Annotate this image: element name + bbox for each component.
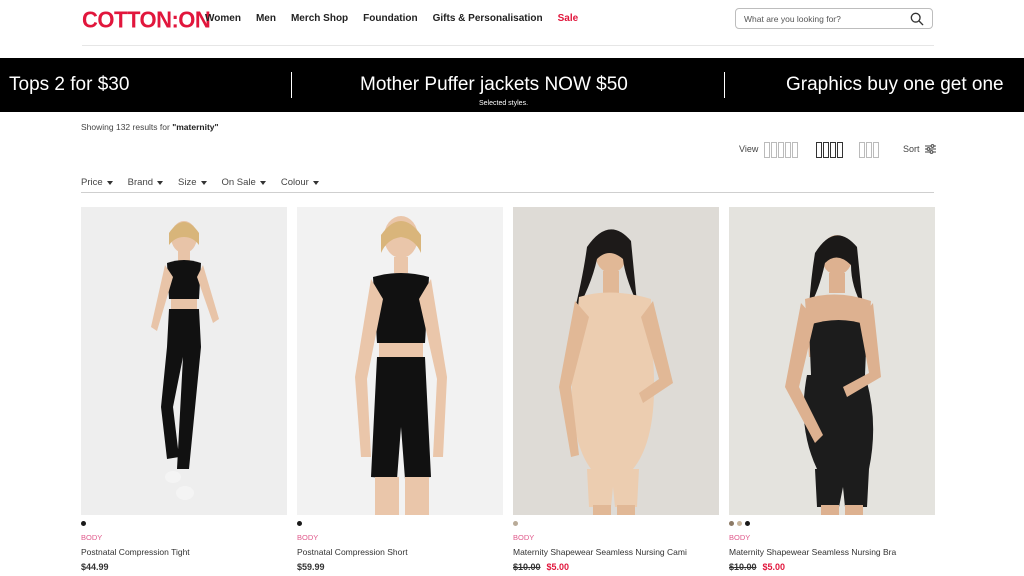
sort-button[interactable]: Sort — [903, 144, 936, 154]
site-header: COTTON:ON Women Men Merch Shop Foundatio… — [0, 0, 1024, 44]
search-box — [735, 8, 933, 29]
results-query: "maternity" — [172, 122, 219, 132]
product-image[interactable] — [729, 207, 935, 515]
nav-women[interactable]: Women — [205, 13, 241, 24]
product-name[interactable]: Maternity Shapewear Seamless Nursing Cam… — [513, 547, 687, 557]
product-card[interactable]: BODY Maternity Shapewear Seamless Nursin… — [729, 207, 935, 572]
product-price-block: $10.00 $5.00 — [513, 562, 569, 572]
filter-colour[interactable]: Colour — [281, 177, 319, 188]
filter-label: On Sale — [221, 177, 256, 188]
header-divider — [82, 45, 934, 46]
colour-swatch[interactable] — [745, 521, 750, 526]
filter-label: Size — [178, 177, 197, 188]
product-sale-price: $5.00 — [762, 562, 786, 572]
product-name[interactable]: Postnatal Compression Tight — [81, 547, 190, 557]
product-brand[interactable]: BODY — [81, 533, 102, 542]
filter-label: Price — [81, 177, 103, 188]
results-prefix: Showing 132 results for — [81, 122, 173, 132]
product-price-block: $10.00 $5.00 — [729, 562, 785, 572]
filter-brand[interactable]: Brand — [127, 177, 164, 188]
nav-sale[interactable]: Sale — [558, 13, 579, 24]
product-card[interactable]: BODY Maternity Shapewear Seamless Nursin… — [513, 207, 719, 572]
cotton-on-logo[interactable]: COTTON:ON — [82, 6, 211, 33]
product-original-price: $10.00 — [513, 562, 541, 572]
colour-swatch[interactable] — [737, 521, 742, 526]
colour-swatch[interactable] — [81, 521, 86, 526]
promo-subtext: Selected styles. — [479, 100, 529, 107]
nav-merch-shop[interactable]: Merch Shop — [291, 13, 348, 24]
nav-gifts-personalisation[interactable]: Gifts & Personalisation — [433, 13, 543, 24]
promo-divider — [724, 72, 725, 98]
caret-down-icon — [312, 180, 319, 185]
product-card[interactable]: BODY Postnatal Compression Tight $44.99 — [81, 207, 287, 572]
colour-swatches — [81, 521, 86, 526]
nav-foundation[interactable]: Foundation — [363, 13, 417, 24]
product-price: $59.99 — [297, 562, 325, 572]
caret-down-icon — [200, 180, 207, 185]
filter-bar: Price Brand Size On Sale Colour — [81, 177, 334, 188]
product-brand[interactable]: BODY — [729, 533, 750, 542]
promo-mother-puffer[interactable]: Mother Puffer jackets NOW $50 — [360, 74, 628, 96]
product-price-block: $59.99 — [297, 562, 325, 572]
product-name[interactable]: Maternity Shapewear Seamless Nursing Bra — [729, 547, 896, 557]
grid-3-columns-icon[interactable] — [859, 142, 879, 158]
product-photo — [559, 229, 673, 515]
promo-divider — [291, 72, 292, 98]
search-input[interactable] — [744, 13, 904, 24]
product-original-price: $10.00 — [729, 562, 757, 572]
search-icon[interactable] — [910, 12, 924, 26]
filter-price[interactable]: Price — [81, 177, 113, 188]
product-price: $44.99 — [81, 562, 109, 572]
product-card[interactable]: BODY Postnatal Compression Short $59.99 — [297, 207, 503, 572]
colour-swatch[interactable] — [513, 521, 518, 526]
product-image[interactable] — [513, 207, 719, 515]
product-price-block: $44.99 — [81, 562, 109, 572]
product-photo — [151, 221, 219, 500]
sort-label: Sort — [903, 144, 920, 154]
promo-banner[interactable]: Tops 2 for $30 Mother Puffer jackets NOW… — [0, 58, 1024, 112]
product-name[interactable]: Postnatal Compression Short — [297, 547, 408, 557]
promo-tops[interactable]: Tops 2 for $30 — [9, 74, 129, 96]
main-nav: Women Men Merch Shop Foundation Gifts & … — [205, 13, 593, 24]
colour-swatch[interactable] — [729, 521, 734, 526]
caret-down-icon — [106, 180, 113, 185]
sliders-icon — [924, 144, 936, 154]
results-count: Showing 132 results for "maternity" — [81, 122, 219, 132]
filter-label: Brand — [127, 177, 154, 188]
colour-swatches — [297, 521, 302, 526]
nav-men[interactable]: Men — [256, 13, 276, 24]
product-photo — [785, 235, 881, 515]
colour-swatches — [729, 521, 750, 526]
colour-swatches — [513, 521, 518, 526]
grid-4-columns-icon[interactable] — [816, 142, 843, 158]
product-brand[interactable]: BODY — [297, 533, 318, 542]
filter-label: Colour — [280, 177, 309, 188]
product-image[interactable] — [81, 207, 287, 515]
filter-divider — [81, 192, 934, 193]
product-brand[interactable]: BODY — [513, 533, 534, 542]
filter-size[interactable]: Size — [178, 177, 207, 188]
product-sale-price: $5.00 — [546, 562, 570, 572]
product-photo — [355, 216, 447, 515]
colour-swatch[interactable] — [297, 521, 302, 526]
promo-graphics[interactable]: Graphics buy one get one — [786, 74, 1004, 96]
grid-5-columns-icon[interactable] — [764, 142, 798, 158]
view-label: View — [739, 144, 759, 154]
caret-down-icon — [259, 180, 266, 185]
product-image[interactable] — [297, 207, 503, 515]
caret-down-icon — [157, 180, 164, 185]
filter-on-sale[interactable]: On Sale — [222, 177, 266, 188]
